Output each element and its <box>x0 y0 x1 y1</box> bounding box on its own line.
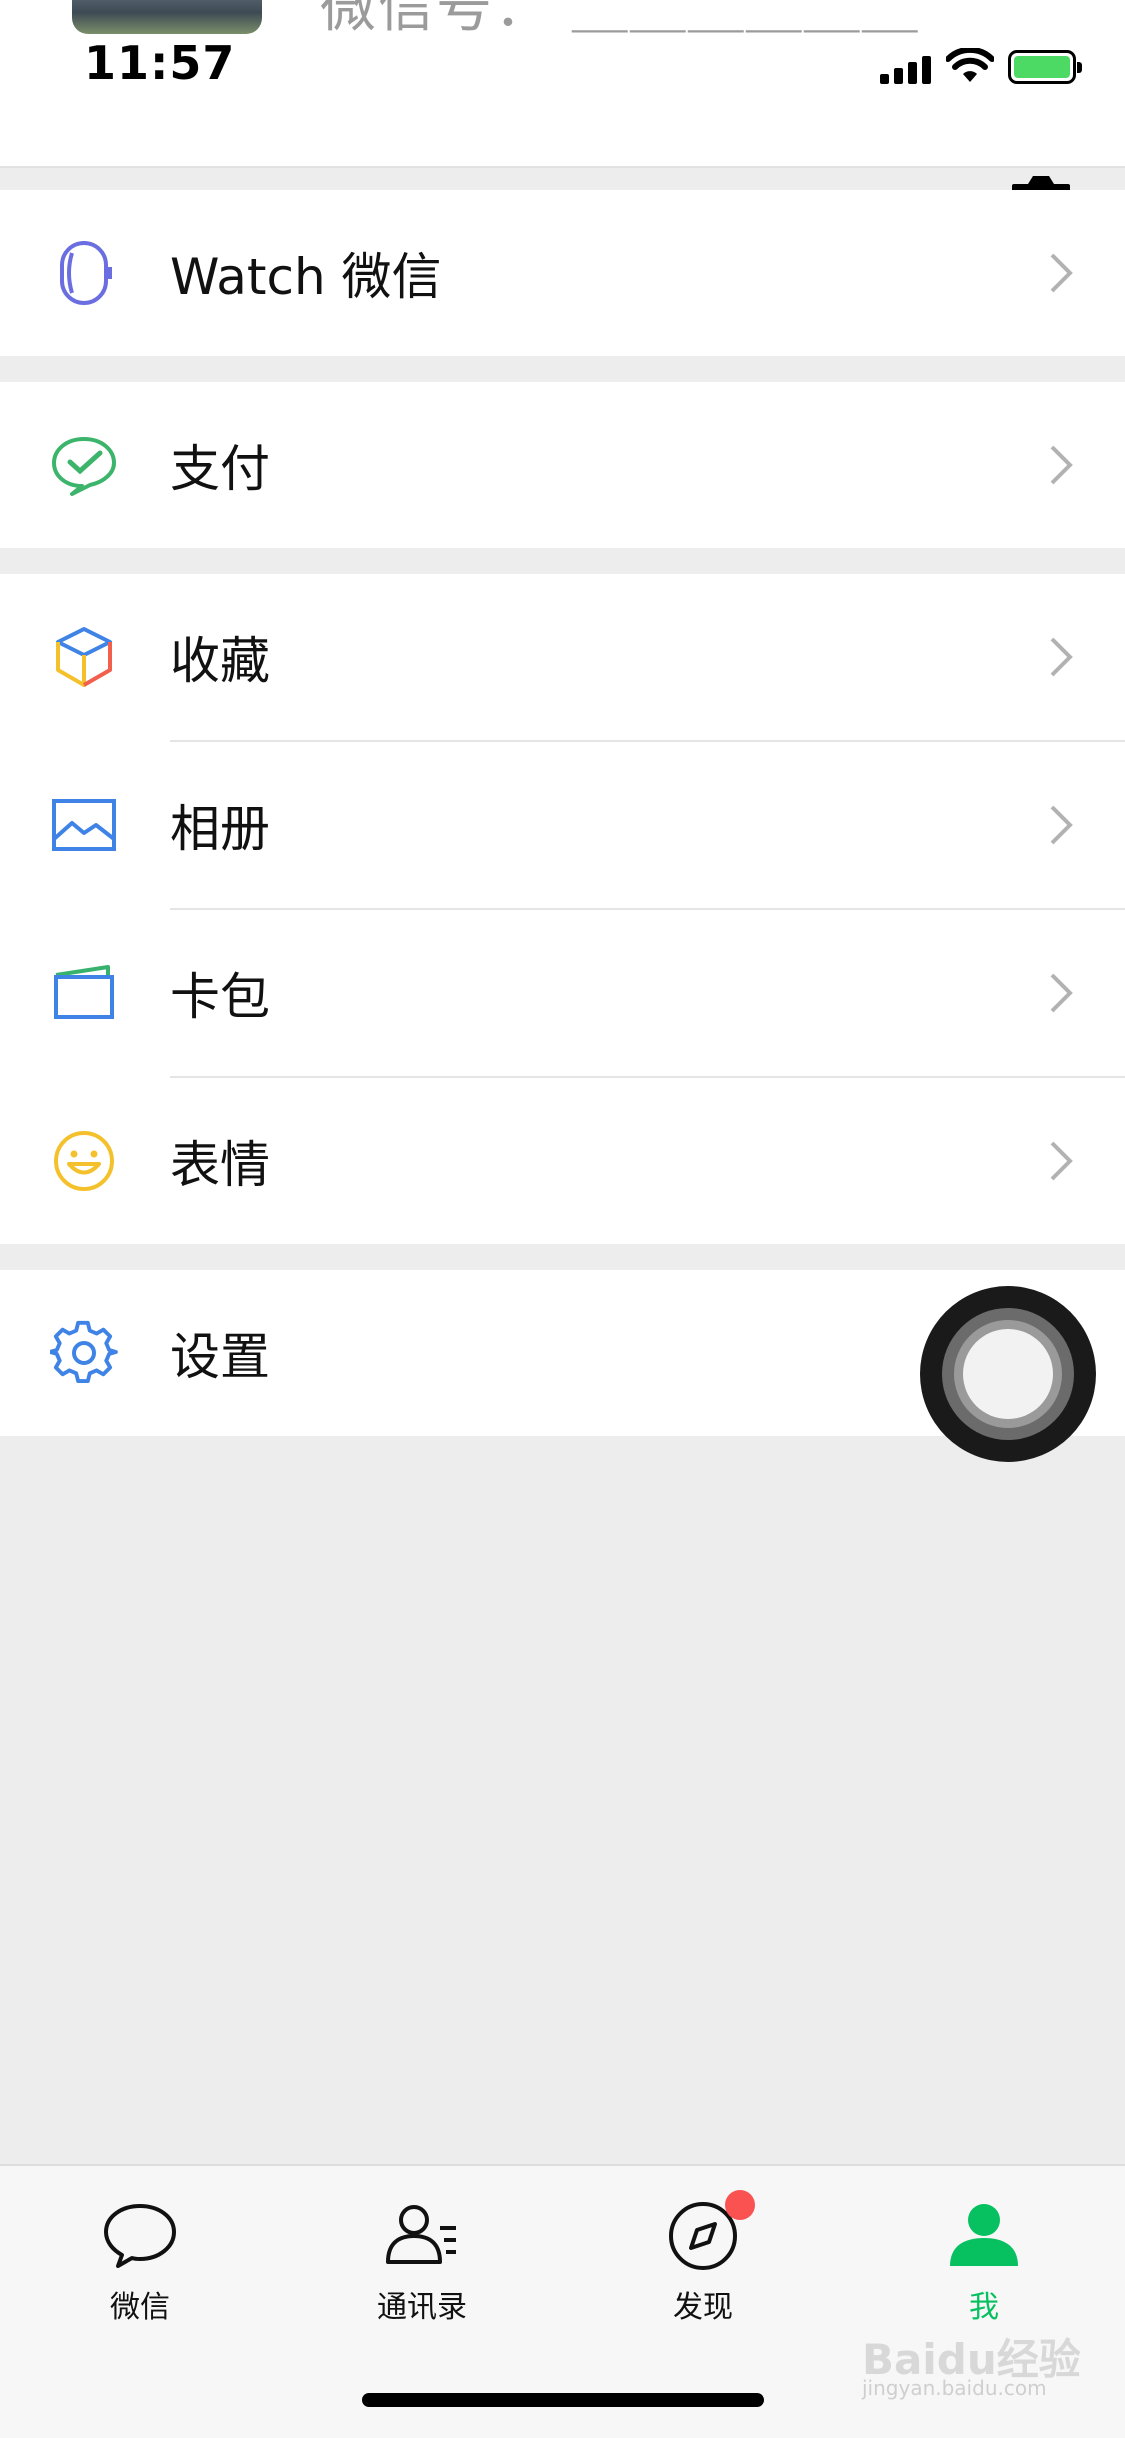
chevron-right-icon <box>1050 637 1073 677</box>
photo-album-icon <box>52 799 116 851</box>
menu-label-cards: 卡包 <box>170 968 270 1026</box>
wifi-icon <box>946 48 994 82</box>
tab-label: 我 <box>969 2290 999 2325</box>
menu-label-pay: 支付 <box>170 440 270 498</box>
wechat-id-text: 微信号： ＿＿＿＿＿＿ <box>320 0 920 40</box>
status-time: 11:57 <box>84 36 236 90</box>
gear-icon <box>50 1320 118 1383</box>
tab-me[interactable]: 我 <box>884 2198 1084 2328</box>
assistive-touch-button[interactable] <box>920 1286 1096 1462</box>
cellular-signal-icon <box>880 56 934 84</box>
card-wallet-icon <box>54 965 114 1019</box>
menu-item-album[interactable]: 相册 <box>0 742 1125 908</box>
menu-group-watch: Watch 微信 <box>0 190 1125 356</box>
tab-label: 通讯录 <box>377 2290 467 2325</box>
cube-icon <box>56 627 112 687</box>
menu-group-pay: 支付 <box>0 382 1125 548</box>
pay-icon <box>52 437 116 496</box>
battery-icon <box>1008 50 1082 84</box>
person-icon <box>950 2204 1018 2266</box>
tab-contacts[interactable]: 通讯录 <box>322 2198 522 2328</box>
notification-badge <box>725 2190 755 2220</box>
menu-item-favorites[interactable]: 收藏 <box>0 574 1125 740</box>
chat-bubble-icon <box>104 2204 176 2268</box>
menu-item-stickers[interactable]: 表情 <box>0 1078 1125 1244</box>
menu-item-watch[interactable]: Watch 微信 <box>0 190 1125 356</box>
menu-label-album: 相册 <box>170 800 270 858</box>
menu-label-settings: 设置 <box>170 1328 270 1386</box>
chevron-right-icon <box>1050 973 1073 1013</box>
tab-discover[interactable]: 发现 <box>603 2190 803 2328</box>
status-bar: 微信号： ＿＿＿＿＿＿ 11:57 <box>0 0 1125 168</box>
menu-label-favorites: 收藏 <box>170 632 270 690</box>
contacts-icon <box>386 2205 456 2264</box>
smiley-icon <box>54 1131 114 1191</box>
watermark-url: jingyan.baidu.com <box>862 2376 1047 2400</box>
watch-icon <box>60 241 112 305</box>
menu-item-pay[interactable]: 支付 <box>0 382 1125 548</box>
chevron-right-icon <box>1050 253 1073 293</box>
menu-label-watch: Watch 微信 <box>170 248 442 306</box>
chevron-right-icon <box>1050 1141 1073 1181</box>
tab-chats[interactable]: 微信 <box>40 2198 240 2328</box>
profile-avatar[interactable] <box>72 0 262 34</box>
menu-label-stickers: 表情 <box>170 1136 270 1194</box>
menu-group-tools: 收藏 相册 卡包 表情 <box>0 574 1125 1244</box>
chevron-right-icon <box>1050 445 1073 485</box>
menu-item-cards[interactable]: 卡包 <box>0 910 1125 1076</box>
chevron-right-icon <box>1050 805 1073 845</box>
tab-label: 微信 <box>110 2290 170 2325</box>
home-indicator[interactable] <box>362 2393 764 2407</box>
tab-label: 发现 <box>673 2290 733 2325</box>
